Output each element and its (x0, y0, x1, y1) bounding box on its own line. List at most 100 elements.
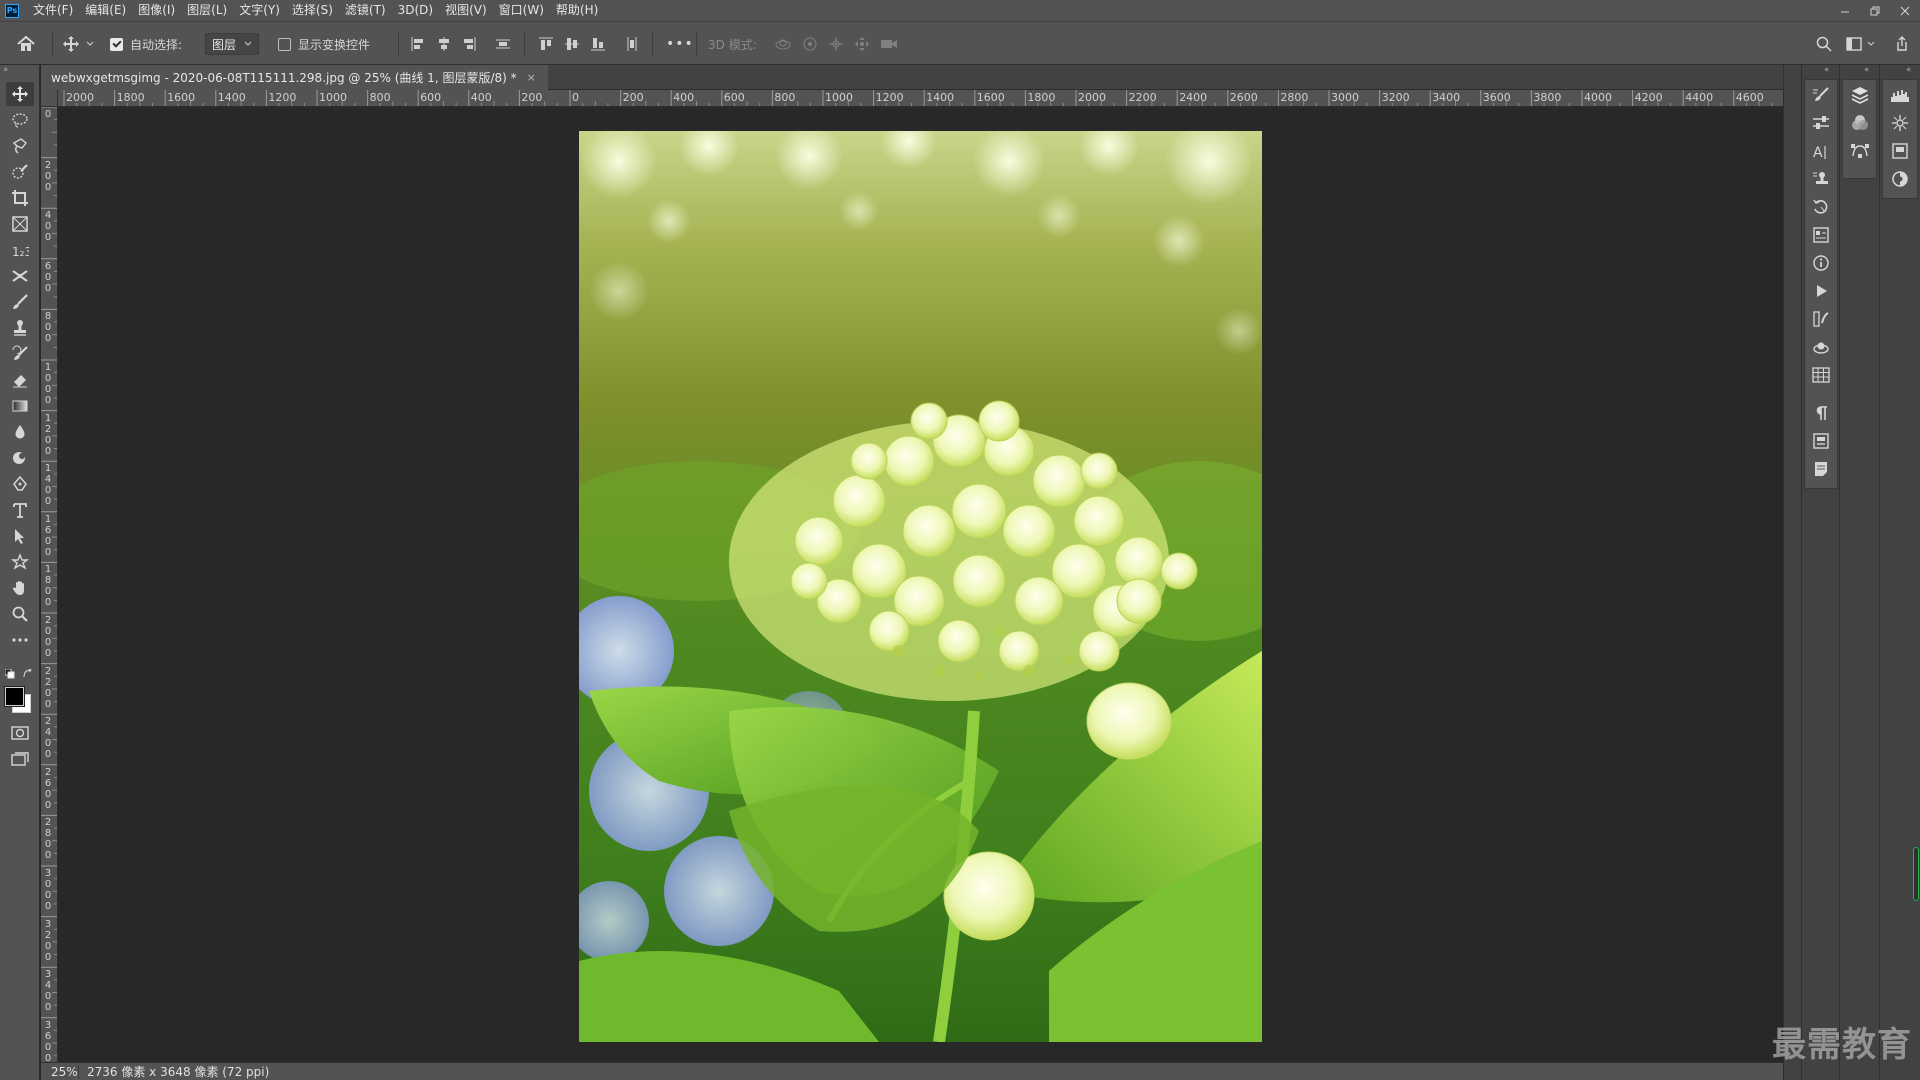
collapse-panels-icon[interactable]: ‹‹ (1906, 65, 1911, 75)
restore-button[interactable] (1860, 0, 1890, 21)
search-button[interactable] (1816, 22, 1832, 66)
tool-marquee[interactable] (6, 108, 34, 132)
menu-help[interactable]: 帮助(H) (550, 0, 604, 21)
panel-history[interactable] (1808, 196, 1834, 218)
collapse-panels-icon[interactable]: ‹‹ (1864, 65, 1869, 75)
tool-history-brush[interactable] (6, 342, 34, 366)
tool-type[interactable] (6, 498, 34, 522)
tool-clone-stamp[interactable] (6, 316, 34, 340)
panel-layer-comps[interactable] (1808, 430, 1834, 452)
menu-type[interactable]: 文字(Y) (233, 0, 286, 21)
panel-actions[interactable] (1808, 280, 1834, 302)
swap-colors-icon[interactable] (23, 669, 33, 679)
auto-select-checkbox[interactable] (110, 37, 123, 51)
screen-mode-button[interactable] (6, 747, 34, 771)
distribute-vertical-button[interactable] (495, 22, 511, 66)
tool-blur[interactable] (6, 420, 34, 444)
tool-more[interactable] (6, 628, 34, 652)
move-tool-preset[interactable] (62, 22, 94, 66)
menu-image[interactable]: 图像(I) (132, 0, 181, 21)
tool-eraser[interactable] (6, 368, 34, 392)
document-image[interactable] (579, 131, 1262, 1042)
tool-healing[interactable] (6, 264, 34, 288)
panel-timeline[interactable] (1808, 364, 1834, 386)
tool-quick-select[interactable] (6, 160, 34, 184)
panel-libraries[interactable] (1887, 140, 1913, 162)
scroll-indicator[interactable] (1913, 847, 1919, 901)
panel-brush-presets[interactable] (1808, 308, 1834, 330)
menu-layer[interactable]: 图层(L) (181, 0, 233, 21)
minimize-button[interactable] (1830, 0, 1860, 21)
panel-color[interactable] (1887, 168, 1913, 190)
roll-3d-icon[interactable] (802, 36, 818, 52)
panel-channels[interactable] (1847, 112, 1873, 134)
menu-select[interactable]: 选择(S) (286, 0, 339, 21)
panel-paragraph[interactable] (1808, 402, 1834, 424)
foreground-color-swatch[interactable] (4, 686, 25, 707)
more-options-button[interactable]: ••• (666, 22, 694, 66)
tool-eyedropper[interactable]: 1₂3 (6, 238, 34, 262)
collapse-panels-icon[interactable]: ‹‹ (1824, 65, 1829, 75)
panel-clone-source[interactable] (1808, 168, 1834, 190)
panel-properties[interactable] (1808, 224, 1834, 246)
panel-histogram[interactable] (1887, 84, 1913, 106)
panel-adjustments[interactable] (1808, 112, 1834, 134)
menu-view[interactable]: 视图(V) (439, 0, 493, 21)
panel-notes[interactable] (1808, 458, 1834, 480)
zoom-level[interactable]: 25% (41, 1064, 79, 1079)
tool-dodge[interactable] (6, 446, 34, 470)
auto-select-toggle[interactable]: 自动选择: (110, 22, 182, 66)
toolbar-collapse-icon[interactable]: ›› (3, 65, 8, 75)
align-bottom-button[interactable] (590, 22, 606, 66)
tool-hand[interactable] (6, 576, 34, 600)
menu-edit[interactable]: 编辑(E) (79, 0, 132, 21)
menu-filter[interactable]: 滤镜(T) (339, 0, 392, 21)
panel-3d[interactable] (1808, 336, 1834, 358)
tool-zoom[interactable] (6, 602, 34, 626)
align-right-button[interactable] (461, 22, 477, 66)
align-vcenter-button[interactable] (564, 22, 580, 66)
auto-select-target[interactable]: 图层 (205, 22, 260, 66)
tool-move[interactable] (6, 82, 34, 106)
menu-file[interactable]: 文件(F) (27, 0, 79, 21)
tool-path-select[interactable] (6, 524, 34, 548)
tool-lasso[interactable] (6, 134, 34, 158)
close-tab-icon[interactable]: × (527, 71, 536, 84)
tool-frame[interactable] (6, 212, 34, 236)
document-info[interactable]: 2736 像素 x 3648 像素 (72 ppi) (79, 1063, 269, 1080)
tool-brush[interactable] (6, 290, 34, 314)
quick-mask-button[interactable] (6, 721, 34, 745)
document-tab[interactable]: webwxgetmsgimg - 2020-06-08T115111.298.j… (41, 65, 548, 90)
camera-3d-icon[interactable] (880, 36, 898, 52)
align-top-button[interactable] (538, 22, 554, 66)
tool-pen[interactable] (6, 472, 34, 496)
panel-layers[interactable] (1847, 84, 1873, 106)
close-window-button[interactable] (1890, 0, 1920, 21)
menu-3d[interactable]: 3D(D) (392, 0, 439, 21)
workspace-switcher[interactable] (1846, 22, 1875, 66)
tool-gradient[interactable] (6, 394, 34, 418)
tool-crop[interactable] (6, 186, 34, 210)
orbit-3d-icon[interactable] (774, 36, 792, 52)
share-button[interactable] (1894, 22, 1910, 66)
panel-brush-settings[interactable] (1808, 84, 1834, 106)
slide-3d-icon[interactable] (854, 36, 870, 52)
distribute-horizontal-button[interactable] (624, 22, 640, 66)
default-colors-icon[interactable] (5, 669, 15, 679)
vertical-ruler[interactable]: 0 200 400 600 800 1000 1200 1400 1600 1800 2000 220… (41, 107, 58, 1062)
show-transform-checkbox[interactable] (278, 37, 291, 51)
show-transform-toggle[interactable]: 显示变换控件 (278, 22, 370, 66)
home-button[interactable] (16, 22, 36, 66)
panel-navigator[interactable] (1887, 112, 1913, 134)
pan-3d-icon[interactable] (828, 36, 844, 52)
panel-paths[interactable] (1847, 140, 1873, 162)
panel-character[interactable]: A| (1808, 140, 1834, 162)
horizontal-ruler[interactable]: 2000 1800 1600 1400 1200 1000 800 600 400 200 0 200… (58, 90, 1783, 107)
menu-window[interactable]: 窗口(W) (493, 0, 550, 21)
align-left-button[interactable] (410, 22, 426, 66)
panel-info[interactable] (1808, 252, 1834, 274)
tool-shape[interactable] (6, 550, 34, 574)
auto-select-dropdown[interactable]: 图层 (205, 33, 260, 55)
canvas-area[interactable] (58, 107, 1783, 1062)
ruler-origin[interactable] (41, 90, 58, 107)
